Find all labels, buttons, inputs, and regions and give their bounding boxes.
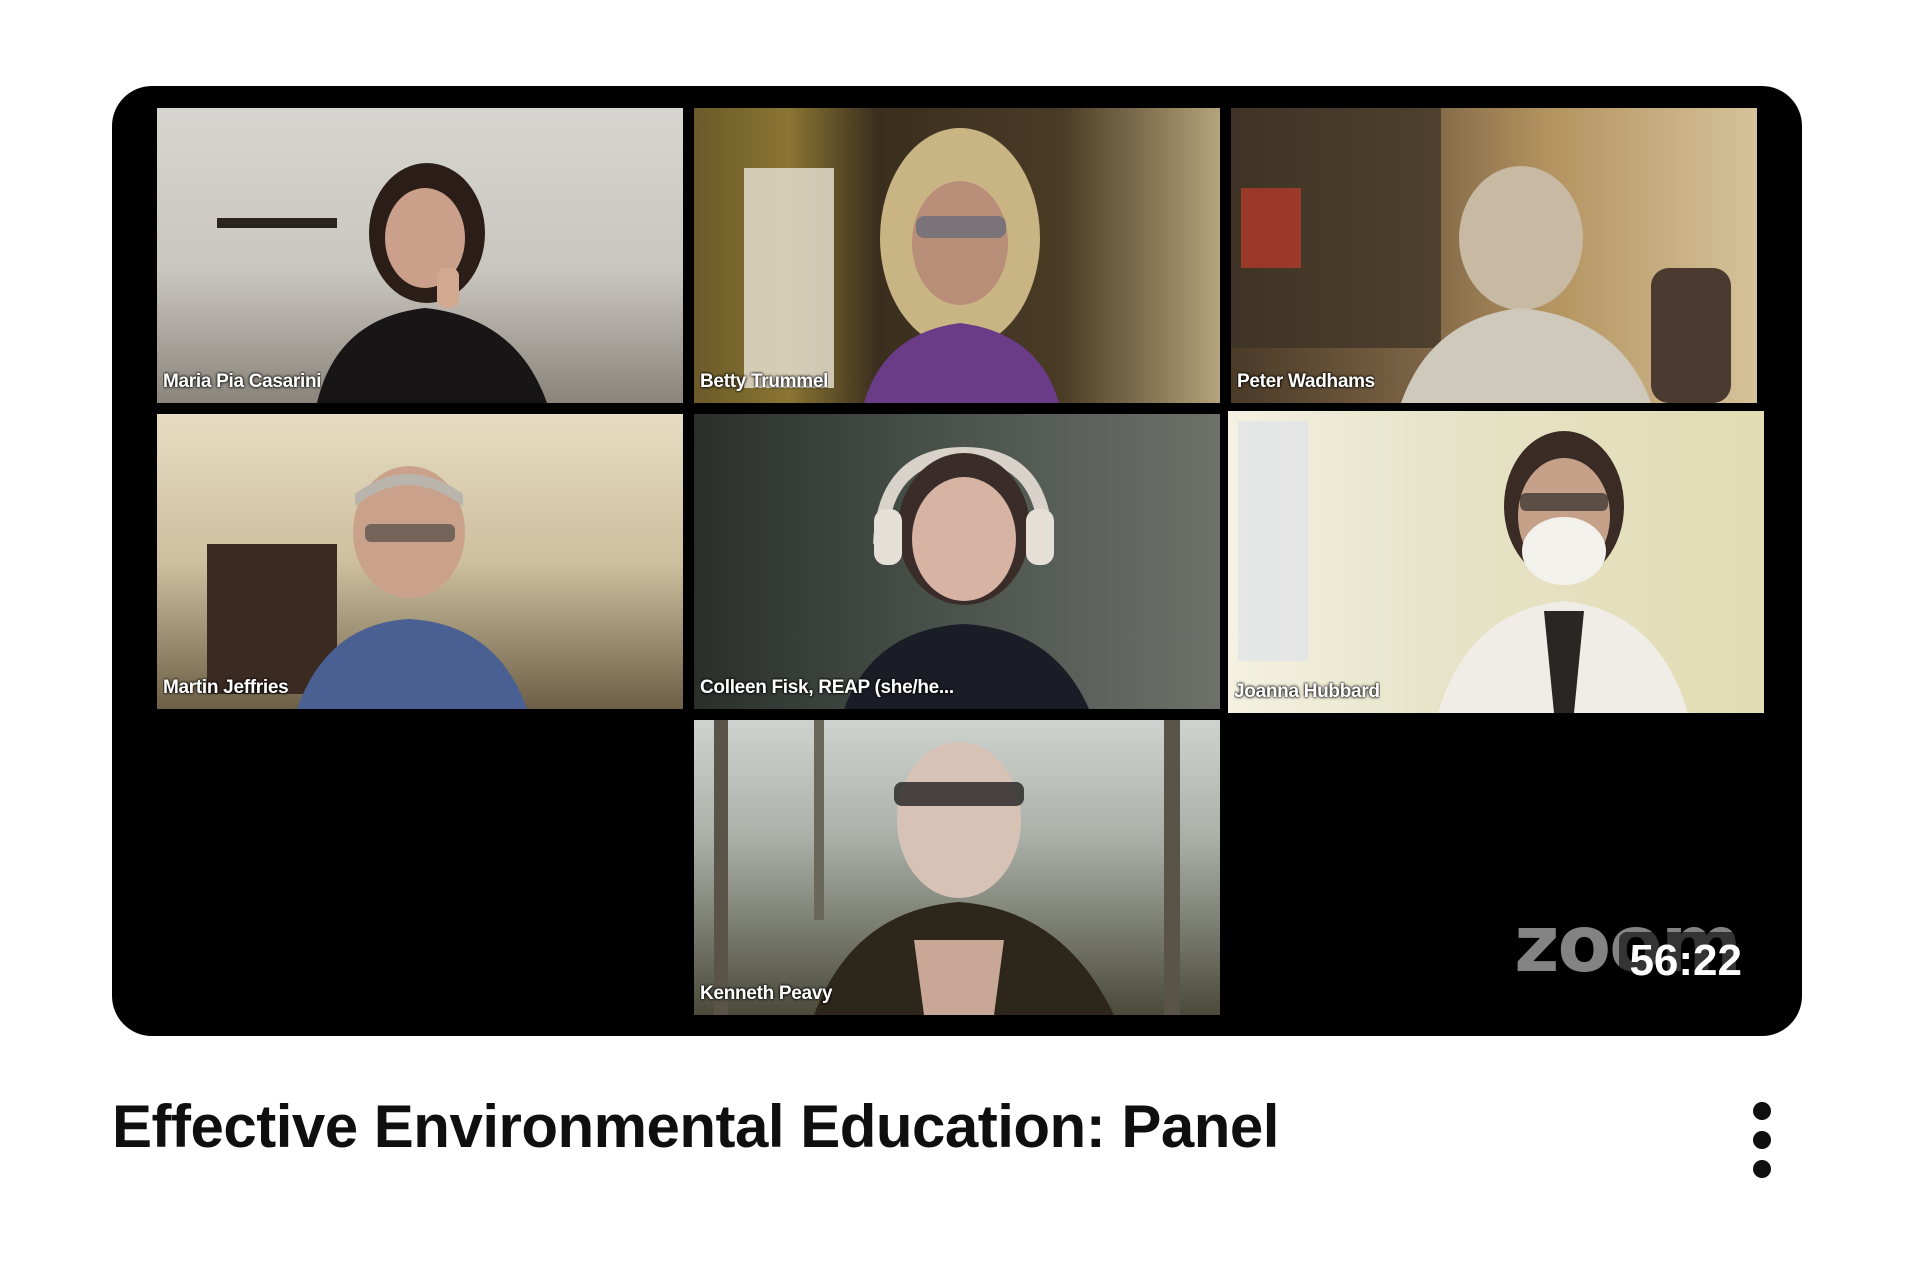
participant-silhouette	[844, 446, 1089, 709]
video-thumbnail[interactable]: Maria Pia Casarini Betty Trummel Peter W…	[112, 86, 1802, 1036]
more-vert-icon	[1753, 1102, 1771, 1120]
participant-name: Colleen Fisk, REAP (she/he...	[700, 677, 954, 698]
participant-name: Joanna Hubbard	[1234, 681, 1380, 702]
more-options-button[interactable]	[1744, 1102, 1780, 1178]
participant-name: Peter Wadhams	[1237, 371, 1375, 392]
participant-tile: Colleen Fisk, REAP (she/he...	[694, 414, 1220, 709]
participant-name: Betty Trummel	[700, 371, 829, 392]
participant-silhouette	[207, 466, 527, 709]
participant-silhouette	[714, 720, 1180, 1015]
participant-silhouette	[217, 163, 547, 403]
duration-badge: 56:22	[1619, 932, 1752, 990]
participant-silhouette	[1231, 108, 1731, 403]
more-vert-icon	[1753, 1160, 1771, 1178]
participant-name: Maria Pia Casarini	[163, 371, 322, 392]
participant-silhouette	[1238, 421, 1688, 713]
participant-tile: Betty Trummel	[694, 108, 1220, 403]
participant-tile: Martin Jeffries	[157, 414, 683, 709]
more-vert-icon	[1753, 1131, 1771, 1149]
participant-tile: Peter Wadhams	[1231, 108, 1757, 403]
participant-silhouette	[744, 128, 1059, 403]
video-title[interactable]: Effective Environmental Education: Panel	[112, 1092, 1279, 1161]
participant-tile: Kenneth Peavy	[694, 720, 1220, 1015]
participant-tile: Maria Pia Casarini	[157, 108, 683, 403]
participant-tile-active-speaker: Joanna Hubbard	[1228, 411, 1764, 713]
participant-name: Kenneth Peavy	[700, 983, 833, 1004]
participant-name: Martin Jeffries	[163, 677, 289, 698]
